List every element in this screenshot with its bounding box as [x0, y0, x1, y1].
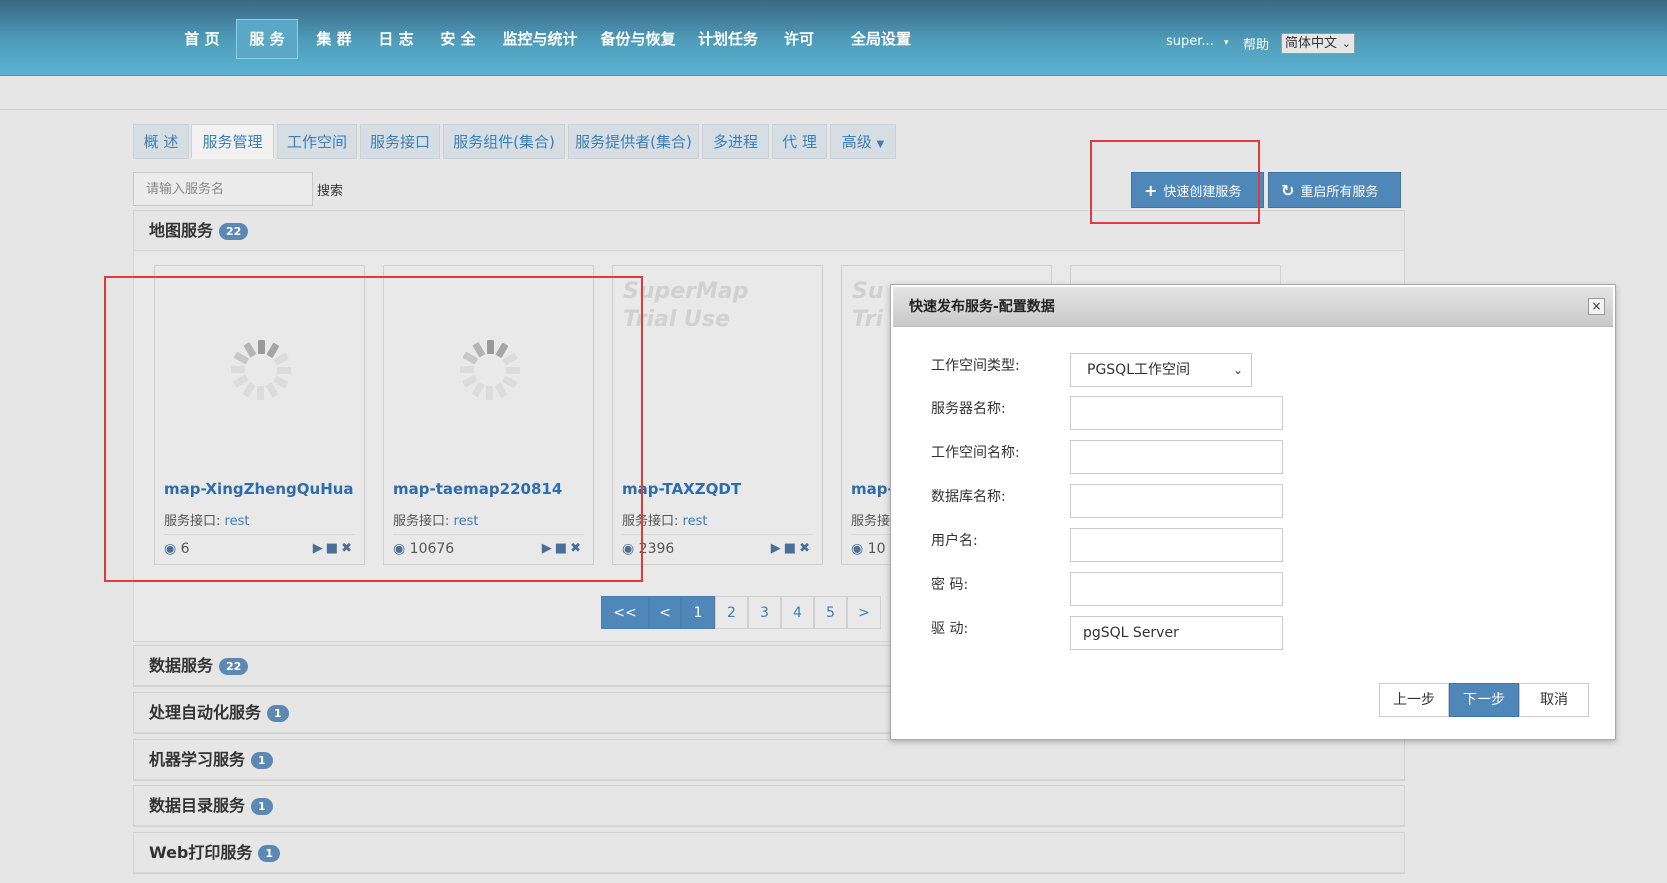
nav-backup[interactable]: 备份与恢复 — [596, 19, 680, 59]
panel-title: 地图服务 — [149, 221, 214, 240]
pager-prev[interactable]: < — [649, 596, 681, 629]
database-name-label: 数据库名称: — [931, 489, 1006, 505]
panel-title: 处理自动化服务 — [149, 703, 262, 722]
workspace-type-label: 工作空间类型: — [931, 358, 1020, 374]
user-menu[interactable]: super... ▾ — [1166, 34, 1228, 49]
nav-cluster[interactable]: 集 群 — [308, 19, 360, 59]
user-name: super... — [1166, 34, 1214, 49]
view-count: 10 — [867, 541, 886, 557]
pager-page-1[interactable]: 1 — [681, 596, 715, 629]
nav-scheduled-tasks[interactable]: 计划任务 — [694, 19, 762, 59]
machine-learning-panel[interactable]: 机器学习服务 1 — [133, 739, 1405, 781]
server-name-field[interactable] — [1070, 396, 1283, 430]
chevron-down-icon: ▾ — [1223, 38, 1229, 48]
service-card[interactable]: SuperMap Trial Use map-TAXZQDT 服务接口: res… — [612, 265, 823, 565]
quick-publish-dialog: 快速发布服务-配置数据 × 工作空间类型: PGSQL工作空间 ⌄ 服务器名称:… — [890, 284, 1616, 740]
driver-field[interactable]: pgSQL Server — [1070, 616, 1283, 650]
pager-page-4[interactable]: 4 — [781, 596, 814, 629]
server-name-label: 服务器名称: — [931, 401, 1006, 417]
help-link[interactable]: 帮助 — [1243, 34, 1269, 53]
workspace-name-field[interactable] — [1070, 440, 1283, 474]
count-badge: 22 — [219, 658, 249, 675]
stop-icon[interactable]: ■ — [784, 541, 799, 556]
pager-page-3[interactable]: 3 — [748, 596, 781, 629]
panel-title: 数据服务 — [149, 656, 214, 675]
count-badge: 1 — [267, 705, 289, 722]
cancel-button[interactable]: 取消 — [1519, 683, 1589, 717]
panel-header: 机器学习服务 1 — [134, 740, 1404, 780]
trial-watermark: Su Tri — [852, 279, 884, 332]
chevron-down-icon: ⌄ — [1232, 363, 1243, 377]
restart-all-services-button[interactable]: ↻ 重启所有服务 — [1268, 172, 1401, 208]
language-value: 简体中文 — [1285, 36, 1338, 51]
dialog-title: 快速发布服务-配置数据 — [893, 287, 1613, 327]
sub-header-bar — [0, 76, 1667, 110]
count-badge: 1 — [251, 752, 273, 769]
database-name-field[interactable] — [1070, 484, 1283, 518]
pager-page-2[interactable]: 2 — [715, 596, 748, 629]
nav-home[interactable]: 首 页 — [176, 19, 228, 59]
pager-first[interactable]: << — [601, 596, 649, 629]
pager-next[interactable]: > — [847, 596, 881, 629]
panel-header: 数据目录服务 1 — [134, 786, 1404, 826]
service-interface: 服务接 — [851, 510, 890, 529]
tab-multiprocess[interactable]: 多进程 — [702, 124, 769, 159]
nav-logs[interactable]: 日 志 — [370, 19, 422, 59]
password-field[interactable] — [1070, 572, 1283, 606]
service-name-link[interactable]: map- — [851, 480, 894, 498]
nav-monitoring[interactable]: 监控与统计 — [498, 19, 582, 59]
language-select[interactable]: 简体中文 ⌄ — [1281, 33, 1355, 54]
password-label: 密 码: — [931, 577, 969, 593]
workspace-type-select[interactable]: PGSQL工作空间 ⌄ — [1070, 353, 1252, 387]
username-label: 用户名: — [931, 533, 978, 549]
play-icon[interactable]: ▶ — [771, 541, 784, 556]
tab-service-management[interactable]: 服务管理 — [191, 124, 274, 159]
panel-title: 机器学习服务 — [149, 750, 246, 769]
top-navigation-bar: 首 页 服 务 集 群 日 志 安 全 监控与统计 备份与恢复 计划任务 许可 … — [0, 0, 1667, 76]
workspace-name-label: 工作空间名称: — [931, 445, 1020, 461]
next-step-button[interactable]: 下一步 — [1449, 683, 1519, 717]
search-input[interactable] — [133, 172, 313, 206]
tab-workspace[interactable]: 工作空间 — [277, 124, 357, 159]
tab-service-providers[interactable]: 服务提供者(集合) — [568, 124, 699, 159]
service-card[interactable] — [1070, 265, 1281, 285]
delete-icon[interactable]: ✖ — [799, 541, 813, 556]
search-button[interactable]: 搜索 — [317, 180, 343, 199]
tab-advanced[interactable]: 高级 ▼ — [830, 124, 896, 159]
data-catalog-panel[interactable]: 数据目录服务 1 — [133, 785, 1405, 827]
nav-license[interactable]: 许可 — [776, 19, 822, 59]
count-badge: 1 — [251, 798, 273, 815]
workspace-type-value: PGSQL工作空间 — [1087, 362, 1190, 378]
interface-label: 服务接 — [851, 514, 891, 529]
highlight-box — [104, 276, 643, 582]
panel-header: Web打印服务 1 — [134, 833, 1404, 873]
panel-title: 数据目录服务 — [149, 796, 246, 815]
card-footer: ◉ 2396 ▶■✖ — [622, 534, 813, 562]
tab-overview[interactable]: 概 述 — [133, 124, 189, 159]
close-icon[interactable]: × — [1588, 298, 1605, 315]
web-print-panel[interactable]: Web打印服务 1 — [133, 832, 1405, 874]
tab-advanced-label: 高级 — [841, 133, 872, 151]
chevron-down-icon: ⌄ — [1341, 37, 1351, 50]
interface-link[interactable]: rest — [683, 514, 708, 529]
highlight-box — [1090, 140, 1260, 224]
panel-title: Web打印服务 — [149, 843, 253, 862]
username-field[interactable] — [1070, 528, 1283, 562]
pager-page-5[interactable]: 5 — [814, 596, 847, 629]
nav-global-settings[interactable]: 全局设置 — [838, 19, 924, 59]
caret-down-icon: ▼ — [876, 139, 885, 150]
count-badge: 22 — [219, 223, 249, 240]
nav-security[interactable]: 安 全 — [432, 19, 484, 59]
restart-all-label: 重启所有服务 — [1300, 185, 1379, 200]
tab-service-components[interactable]: 服务组件(集合) — [443, 124, 565, 159]
eye-icon: ◉ — [851, 541, 864, 557]
refresh-icon: ↻ — [1281, 181, 1295, 200]
count-badge: 1 — [258, 845, 281, 862]
previous-step-button[interactable]: 上一步 — [1379, 683, 1449, 717]
tab-service-interface[interactable]: 服务接口 — [360, 124, 440, 159]
tab-proxy[interactable]: 代 理 — [772, 124, 827, 159]
view-count: 2396 — [638, 541, 675, 557]
driver-label: 驱 动: — [931, 621, 969, 637]
nav-services[interactable]: 服 务 — [236, 19, 298, 59]
